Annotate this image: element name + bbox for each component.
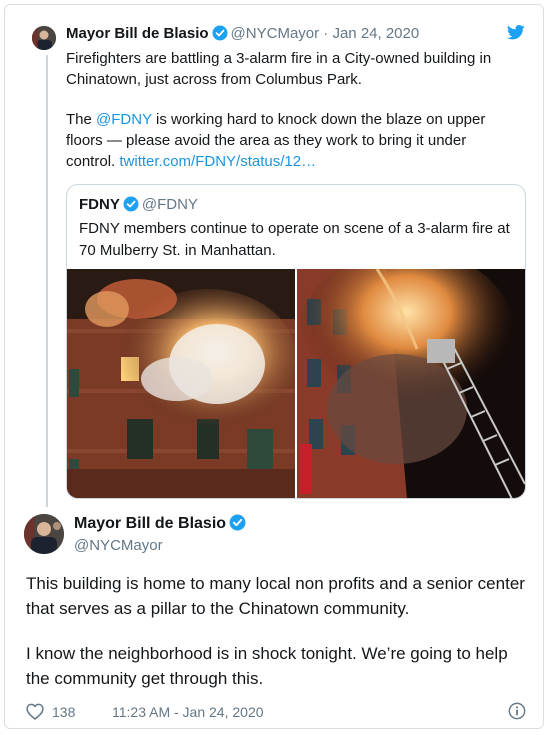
quoted-tweet-text: FDNY members continue to operate on scen… <box>79 220 510 259</box>
quoted-author-handle: @FDNY <box>141 196 198 213</box>
verified-badge-icon <box>212 25 228 47</box>
twitter-bird-icon[interactable] <box>507 25 525 45</box>
parent-avatar[interactable] <box>32 26 56 50</box>
parent-paragraph-1: Firefighters are battling a 3-alarm fire… <box>66 50 492 88</box>
main-author-handle[interactable]: @NYCMayor <box>74 536 163 556</box>
parent-tweet-header: Mayor Bill de Blasio @NYCMayor · Jan 24, … <box>66 24 506 47</box>
parent-tweet-text: Firefighters are battling a 3-alarm fire… <box>66 48 516 191</box>
fire-photo-left[interactable] <box>67 269 295 498</box>
heart-icon[interactable] <box>26 703 44 725</box>
main-paragraph-1: This building is home to many local non … <box>26 574 525 618</box>
fdny-mention-link[interactable]: @FDNY <box>96 111 152 128</box>
verified-badge-icon <box>123 196 139 218</box>
verified-badge-icon <box>229 514 246 537</box>
info-icon[interactable] <box>508 702 526 725</box>
tweet-timestamp[interactable]: 11:23 AM - Jan 24, 2020 <box>112 702 264 722</box>
header-separator: · <box>323 25 329 42</box>
tweet-footer: 138 11:23 AM - Jan 24, 2020 <box>26 702 526 722</box>
main-avatar[interactable] <box>24 514 64 554</box>
fire-photo-right[interactable] <box>297 269 525 498</box>
main-paragraph-2: I know the neighborhood is in shock toni… <box>26 644 508 688</box>
like-count[interactable]: 138 <box>52 702 75 722</box>
quoted-tweet-media[interactable] <box>67 269 525 498</box>
status-link[interactable]: twitter.com/FDNY/status/12… <box>119 153 316 170</box>
parent-tweet-date[interactable]: Jan 24, 2020 <box>332 25 419 42</box>
p2-prefix: The <box>66 111 97 128</box>
main-tweet-text: This building is home to many local non … <box>26 571 526 711</box>
parent-author-name[interactable]: Mayor Bill de Blasio <box>66 25 209 42</box>
main-author-name[interactable]: Mayor Bill de Blasio <box>74 515 226 532</box>
quoted-author-name: FDNY <box>79 196 120 213</box>
quoted-tweet-header: FDNY @FDNY <box>79 195 198 218</box>
thread-connector <box>46 55 48 507</box>
quoted-tweet-card[interactable]: FDNY @FDNY FDNY members continue to opera… <box>66 184 526 499</box>
parent-author-handle[interactable]: @NYCMayor <box>231 25 320 42</box>
main-author-row: Mayor Bill de Blasio <box>74 514 249 537</box>
parent-paragraph-2: The @FDNY is working hard to knock down … <box>66 109 516 172</box>
